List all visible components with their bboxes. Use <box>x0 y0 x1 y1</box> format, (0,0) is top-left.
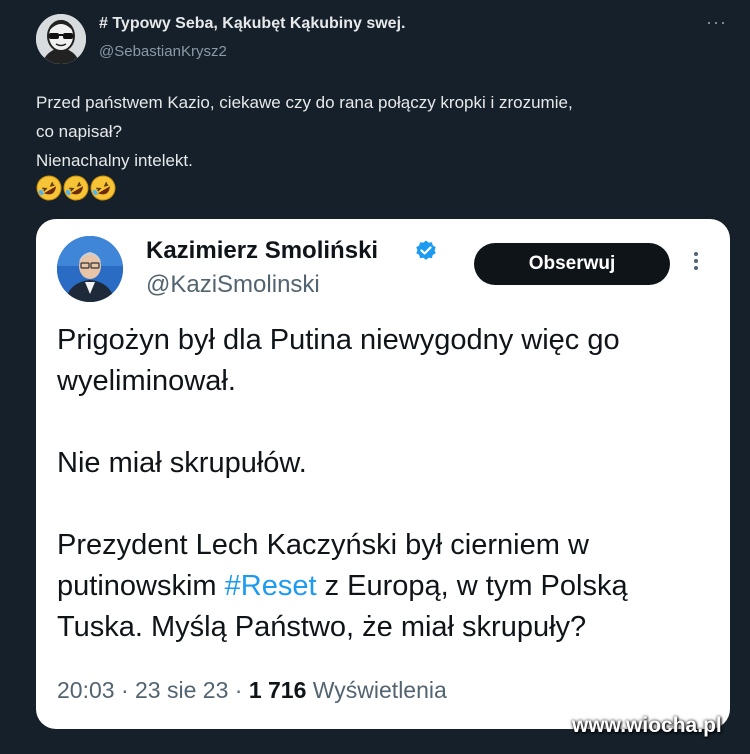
tweet-paragraph: Prigożyn był dla Putina niewygodny więc … <box>57 324 620 397</box>
tweet-paragraph: Nie miał skrupułów. <box>57 447 307 479</box>
separator: · <box>114 677 136 703</box>
author-handle[interactable]: @SebastianKrysz2 <box>99 43 227 60</box>
tweet-text-line: Przed państwem Kazio, ciekawe czy do ran… <box>36 93 573 112</box>
view-label: Wyświetlenia <box>306 677 447 703</box>
separator: · <box>228 677 249 703</box>
quoted-author-name[interactable]: Kazimierz Smoliński <box>146 237 378 265</box>
quoted-tweet-text: Prigożyn był dla Putina niewygodny więc … <box>57 320 707 648</box>
person-photo-icon <box>57 236 123 302</box>
vertical-more-icon[interactable] <box>692 249 700 279</box>
rolling-laughing-emoji-icon <box>90 175 116 201</box>
tweet-text: Przed państwem Kazio, ciekawe czy do ran… <box>36 88 716 175</box>
quoted-tweet-card[interactable]: Kazimierz Smoliński @KaziSmolinski Obser… <box>36 219 730 729</box>
verified-badge-icon <box>416 240 436 260</box>
tweet-text-line: co napisał? <box>36 122 123 141</box>
quoted-author-handle[interactable]: @KaziSmolinski <box>146 271 320 299</box>
more-options-icon[interactable]: ··· <box>706 12 727 33</box>
hashtag-link[interactable]: #Reset <box>225 570 317 602</box>
watermark: www.wiocha.pl <box>572 714 722 737</box>
view-count: 1 716 <box>248 677 307 703</box>
tweet-text-line: Nienachalny intelekt. <box>36 151 193 170</box>
avatar[interactable] <box>36 14 86 64</box>
rolling-laughing-emoji-icon <box>36 175 62 201</box>
follow-button[interactable]: Obserwuj <box>474 243 670 285</box>
tweet-metadata: 20:03 · 23 sie 23 · 1 716 Wyświetlenia <box>57 677 447 704</box>
emoji-row <box>36 175 116 201</box>
tweet-date[interactable]: 23 sie 23 <box>135 677 228 703</box>
author-name[interactable]: # Typowy Seba, Kąkubęt Kąkubiny swej. <box>99 15 405 33</box>
avatar-face-icon <box>36 14 86 64</box>
rolling-laughing-emoji-icon <box>63 175 89 201</box>
tweet-time[interactable]: 20:03 <box>57 677 115 703</box>
quoted-avatar[interactable] <box>57 236 123 302</box>
tweet-paragraph: Prezydent Lech Kaczyński był cierniem w … <box>57 525 707 648</box>
